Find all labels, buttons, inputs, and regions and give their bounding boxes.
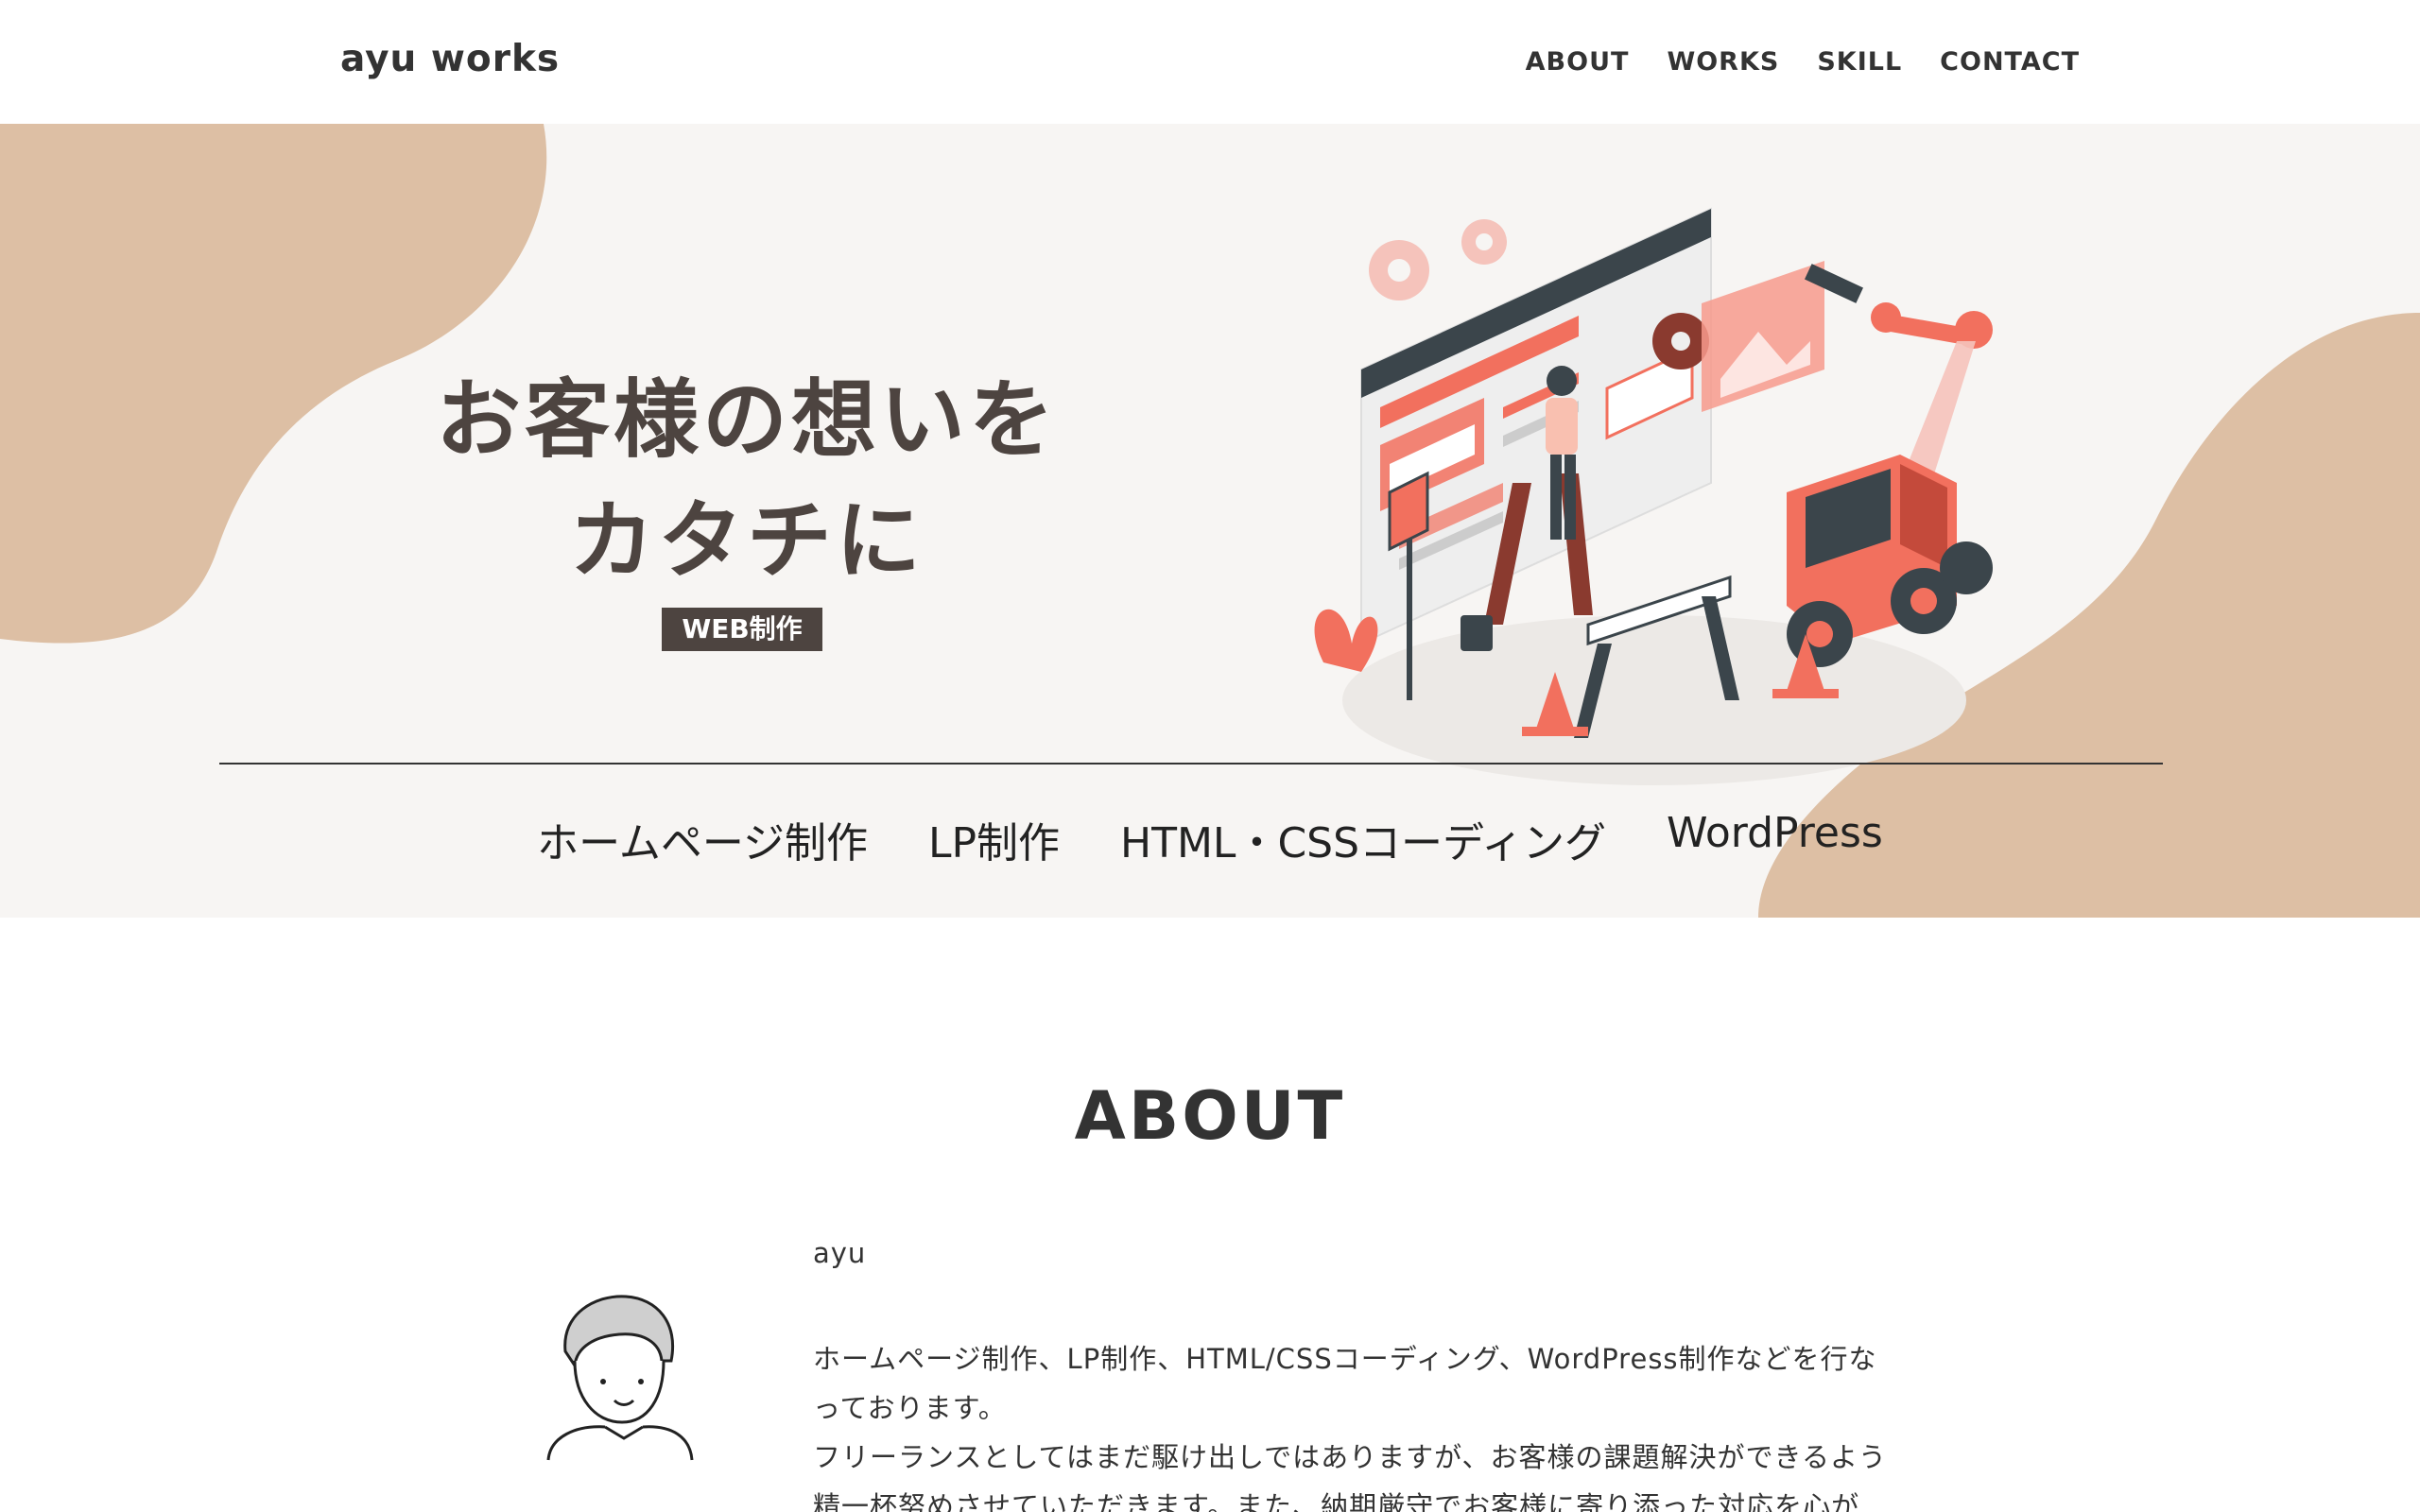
service-wordpress: WordPress	[1666, 809, 1883, 857]
nav-skill[interactable]: SKILL	[1817, 47, 1902, 77]
about-body-line1: ホームページ制作、LP制作、HTML/CSSコーディング、WordPress制作…	[813, 1343, 1877, 1375]
about-heading: ABOUT	[1074, 1077, 1346, 1155]
service-html-css: HTML・CSSコーディング	[1120, 819, 1606, 868]
avatar	[546, 1295, 694, 1461]
nav-contact[interactable]: CONTACT	[1940, 47, 2080, 77]
service-homepage: ホームページ制作	[537, 819, 868, 868]
about-body-line2: っております。	[813, 1392, 1007, 1424]
service-list: ホームページ制作 LP制作 HTML・CSSコーディング WordPress	[0, 809, 2420, 869]
service-lp: LP制作	[927, 819, 1060, 868]
nav-about[interactable]: ABOUT	[1526, 47, 1630, 77]
hero-divider	[219, 763, 2163, 765]
construction-truck-graphic	[1787, 455, 1993, 667]
nav-works[interactable]: WORKS	[1667, 47, 1779, 77]
gear-icon	[1369, 219, 1507, 301]
about-text: ayu ホームページ制作、LP制作、HTML/CSSコーディング、WordPre…	[813, 1228, 1947, 1512]
hero-title-line1: お客様の想いを	[436, 370, 1058, 470]
about-body-line3: フリーランスとしてはまだ駆け出しではありますが、お客様の課題解決ができるよう	[813, 1441, 1887, 1473]
hero-heading: お客様の想いを カタチに	[359, 360, 1134, 602]
hero-title-line2: カタチに	[569, 491, 925, 591]
hero-badge: WEB制作	[662, 608, 822, 651]
web-construction-illustration	[1314, 207, 1993, 785]
site-logo[interactable]: ayu works	[340, 38, 560, 80]
about-name: ayu	[813, 1237, 867, 1269]
about-body-line4: 精一杯努めさせていただきます。また、納期厳守でお客様に寄り添った対応を心が	[813, 1490, 1860, 1512]
site-header: ayu works ABOUT WORKS SKILL CONTACT	[0, 0, 2420, 124]
main-nav: ABOUT WORKS SKILL CONTACT	[1526, 47, 2080, 77]
hero-section: お客様の想いを カタチに WEB制作 ホームページ制作 LP制作 HTML・CS…	[0, 124, 2420, 918]
